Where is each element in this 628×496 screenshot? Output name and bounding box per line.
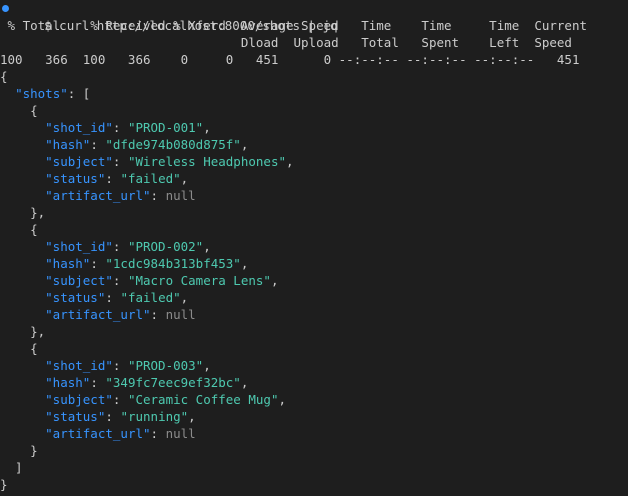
json-field-hash: "hash": "1cdc984b313bf453", bbox=[45, 256, 249, 271]
json-value: "PROD-002" bbox=[127, 239, 204, 254]
curl-progress-header-1: % Total % Received % Xferd Average Speed… bbox=[0, 18, 587, 33]
json-field-hash: "hash": "dfde974b080d875f", bbox=[45, 137, 249, 152]
json-field-artifact-url: "artifact_url": null bbox=[45, 426, 196, 441]
json-value: "Wireless Headphones" bbox=[127, 154, 286, 169]
json-key: "artifact_url" bbox=[45, 307, 151, 322]
json-object-open: { bbox=[0, 222, 38, 237]
json-value: null bbox=[165, 188, 196, 203]
json-field-subject: "subject": "Wireless Headphones", bbox=[45, 154, 294, 169]
json-field-shot-id: "shot_id": "PROD-003", bbox=[45, 358, 211, 373]
json-value: null bbox=[165, 307, 196, 322]
json-field-shot-id: "shot_id": "PROD-002", bbox=[45, 239, 211, 254]
json-object-open: { bbox=[0, 341, 38, 356]
json-value: "Macro Camera Lens" bbox=[127, 273, 271, 288]
json-key: "status" bbox=[45, 409, 106, 424]
json-field-shot-id: "shot_id": "PROD-001", bbox=[45, 120, 211, 135]
json-object-close: } bbox=[0, 443, 38, 458]
json-field-artifact-url: "artifact_url": null bbox=[45, 307, 196, 322]
json-field-subject: "subject": "Macro Camera Lens", bbox=[45, 273, 279, 288]
json-close-brace: } bbox=[0, 477, 8, 492]
json-key: "subject" bbox=[45, 392, 113, 407]
json-object-close: }, bbox=[0, 205, 46, 220]
json-output: { "shots": [ { "shot_id": "PROD-001", "h… bbox=[0, 68, 628, 493]
json-value: "running" bbox=[120, 409, 189, 424]
json-key: "artifact_url" bbox=[45, 188, 151, 203]
json-key: "hash" bbox=[45, 375, 91, 390]
json-key: "subject" bbox=[45, 154, 113, 169]
json-key: "hash" bbox=[45, 256, 91, 271]
json-key: "shots" bbox=[15, 86, 68, 101]
json-field-status: "status": "failed", bbox=[45, 171, 189, 186]
json-key: "artifact_url" bbox=[45, 426, 151, 441]
curl-progress-header-2: Dload Upload Total Spent Left Speed bbox=[0, 35, 572, 50]
json-key: "hash" bbox=[45, 137, 91, 152]
json-key: "status" bbox=[45, 171, 106, 186]
curl-progress-stats: 100 366 100 366 0 0 451 0 --:--:-- --:--… bbox=[0, 52, 580, 67]
json-field-status: "status": "failed", bbox=[45, 290, 189, 305]
json-object-open: { bbox=[0, 103, 38, 118]
json-field-artifact-url: "artifact_url": null bbox=[45, 188, 196, 203]
json-key: "subject" bbox=[45, 273, 113, 288]
json-value: "1cdc984b313bf453" bbox=[105, 256, 241, 271]
json-value: "PROD-003" bbox=[127, 358, 204, 373]
json-field-subject: "subject": "Ceramic Coffee Mug", bbox=[45, 392, 286, 407]
json-field-status: "status": "running", bbox=[45, 409, 196, 424]
json-value: "dfde974b080d875f" bbox=[105, 137, 241, 152]
json-open-brace: { bbox=[0, 69, 8, 84]
json-value: "failed" bbox=[120, 171, 181, 186]
json-value: null bbox=[165, 426, 196, 441]
json-key: "shot_id" bbox=[45, 239, 113, 254]
json-value: "failed" bbox=[120, 290, 181, 305]
json-value: "349fc7eec9ef32bc" bbox=[105, 375, 241, 390]
json-array-close: ] bbox=[0, 460, 23, 475]
prompt-line: $ curl http://localhost:8000/shots | jq bbox=[0, 0, 628, 33]
json-key: "shot_id" bbox=[45, 120, 113, 135]
json-value: "Ceramic Coffee Mug" bbox=[127, 392, 279, 407]
json-field-hash: "hash": "349fc7eec9ef32bc", bbox=[45, 375, 249, 390]
json-key: "status" bbox=[45, 290, 106, 305]
json-object-close: }, bbox=[0, 324, 46, 339]
json-shots-key-line: "shots": [ bbox=[15, 86, 91, 101]
prompt-status-dot-icon bbox=[2, 5, 9, 12]
terminal-window[interactable]: $ curl http://localhost:8000/shots | jq … bbox=[0, 0, 628, 496]
json-value: "PROD-001" bbox=[127, 120, 204, 135]
json-key: "shot_id" bbox=[45, 358, 113, 373]
